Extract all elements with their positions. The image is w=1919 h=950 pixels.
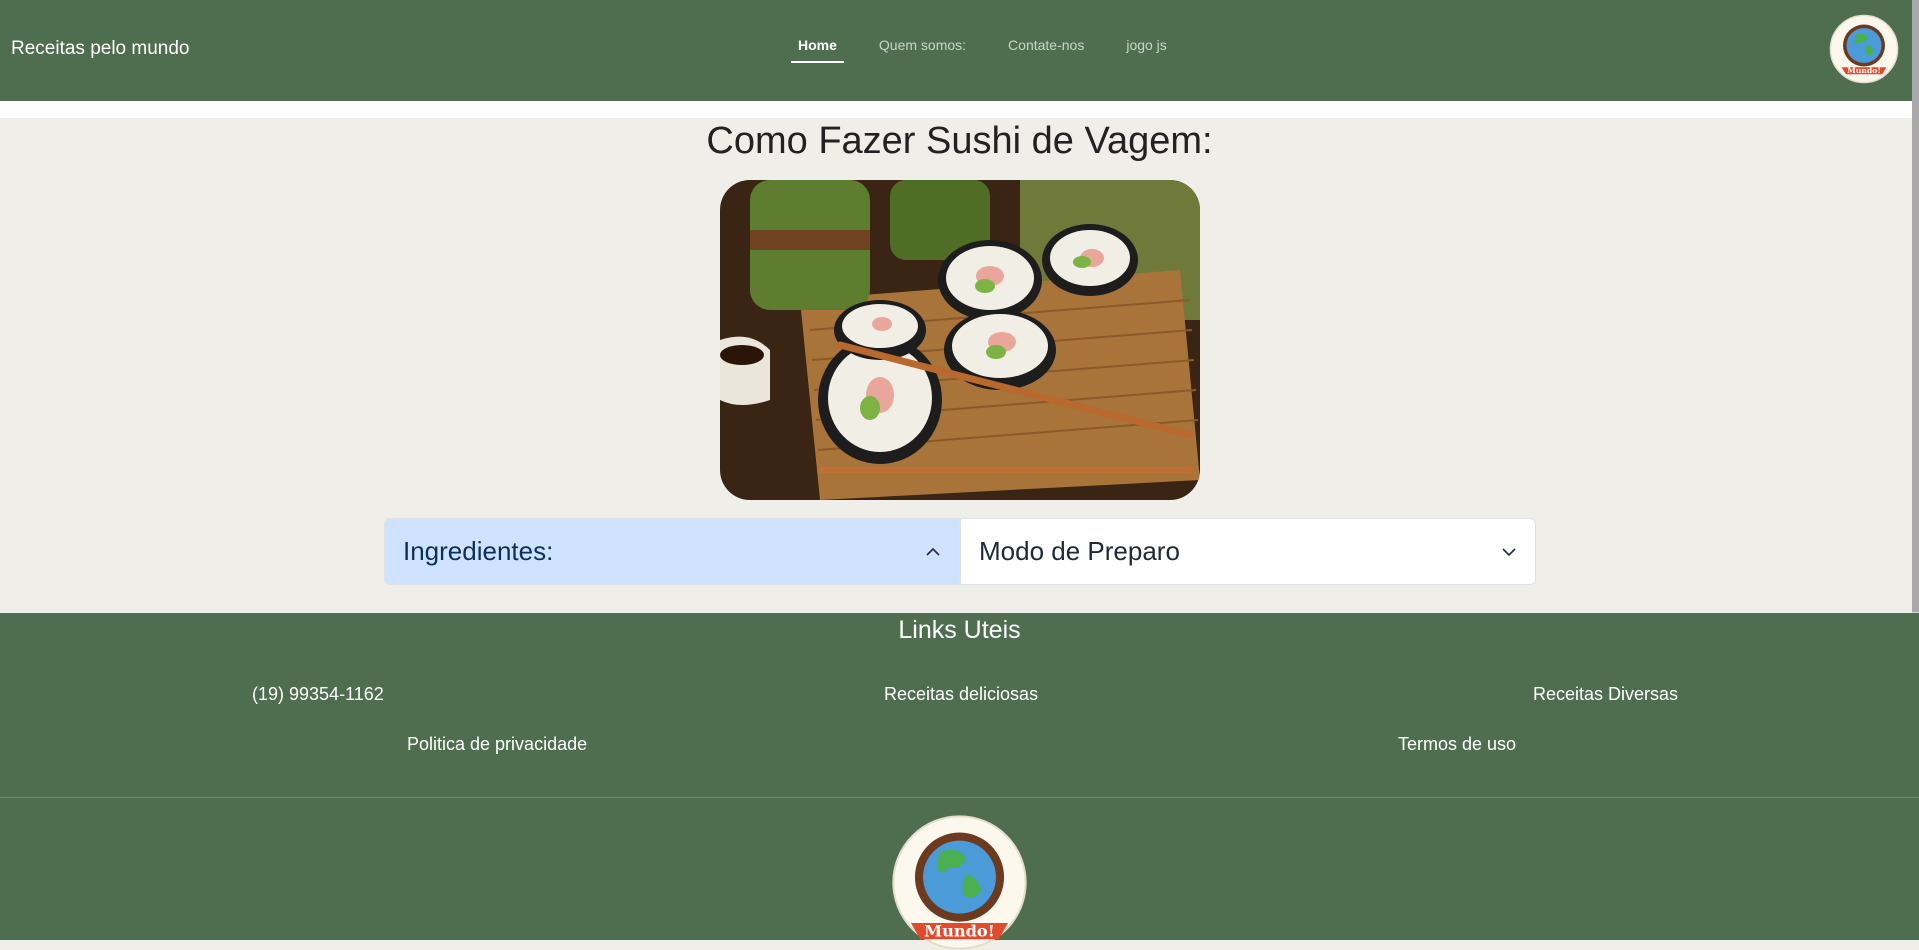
brand-link[interactable]: Receitas pelo mundo xyxy=(11,38,190,60)
nav-contate-nos[interactable]: Contate-nos xyxy=(1008,37,1084,63)
scrollbar-thumb[interactable] xyxy=(1912,0,1919,612)
globe-logo-icon[interactable]: Mundo! xyxy=(1829,14,1899,84)
footer-title: Links Uteis xyxy=(898,616,1021,644)
footer-terms-link[interactable]: Termos de uso xyxy=(1398,734,1516,755)
accordion-ingredients[interactable]: Ingredientes: xyxy=(384,518,960,585)
svg-text:Mundo!: Mundo! xyxy=(1847,66,1881,75)
footer-receitas-diversas-link[interactable]: Receitas Diversas xyxy=(1533,684,1678,705)
footer-receitas-deliciosas-link[interactable]: Receitas deliciosas xyxy=(884,684,1038,705)
footer-divider xyxy=(0,797,1919,798)
chevron-down-icon xyxy=(1502,547,1516,556)
nav-links: Home Quem somos: Contate-nos jogo js xyxy=(791,37,1209,63)
chevron-up-icon xyxy=(926,547,940,556)
nav-quem-somos[interactable]: Quem somos: xyxy=(879,37,966,63)
svg-text:Mundo!: Mundo! xyxy=(924,922,995,941)
footer-phone-link[interactable]: (19) 99354-1162 xyxy=(252,684,384,705)
nav-home[interactable]: Home xyxy=(791,37,844,63)
footer-privacy-link[interactable]: Politica de privacidade xyxy=(407,734,587,755)
footer-globe-logo-icon[interactable]: Mundo! xyxy=(892,815,1027,950)
navbar: Receitas pelo mundo Home Quem somos: Con… xyxy=(0,0,1919,101)
sushi-photo xyxy=(720,180,1200,500)
accordion-preparo[interactable]: Modo de Preparo xyxy=(960,518,1536,585)
header-spacer xyxy=(0,101,1919,118)
nav-jogo-js[interactable]: jogo js xyxy=(1126,37,1166,63)
recipe-accordion: Ingredientes: Modo de Preparo xyxy=(384,518,1536,585)
page-title: Como Fazer Sushi de Vagem: xyxy=(706,120,1213,162)
accordion-ingredients-label: Ingredientes: xyxy=(403,536,554,566)
accordion-preparo-label: Modo de Preparo xyxy=(979,536,1180,566)
